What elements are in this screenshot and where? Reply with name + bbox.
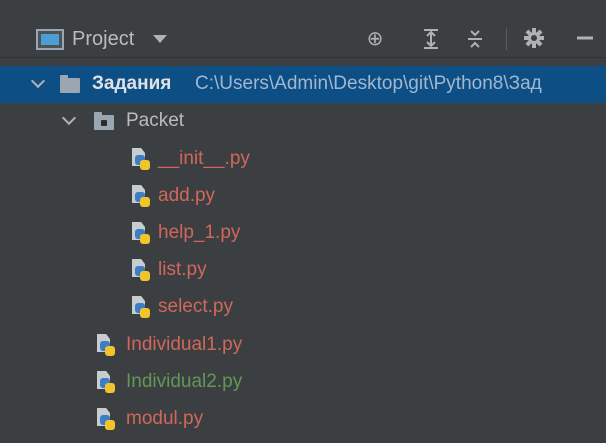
tree-row-file[interactable]: Individual1.py [0,326,606,363]
package-folder-icon [94,112,114,130]
root-folder-name: Задания [92,73,172,94]
python-file-icon [129,148,151,170]
file-name: add.py [158,185,216,206]
toolbar-separator [506,28,507,50]
project-view-title[interactable]: Project [72,27,134,51]
tree-row-file[interactable]: select.py [0,288,606,325]
file-name: help_1.py [158,222,241,243]
python-file-icon [94,334,116,356]
project-toolbar: Project ⊕ [0,0,606,58]
project-view-icon [36,29,64,50]
collapse-all-icon[interactable] [462,24,488,52]
python-file-icon [129,296,151,318]
minimize-icon[interactable] [572,24,598,52]
packet-folder-name: Packet [126,110,185,131]
python-file-icon [129,185,151,207]
python-file-icon [129,222,151,244]
locate-icon[interactable]: ⊕ [362,24,388,52]
tree-row-packet[interactable]: Packet [0,103,606,140]
file-name: list.py [158,259,207,280]
chevron-down-icon[interactable] [153,35,167,43]
folder-icon [60,75,80,93]
gear-icon[interactable] [521,24,547,52]
file-name: Individual1.py [126,334,243,355]
tree-row-file[interactable]: modul.py [0,400,606,437]
tree-row-file[interactable]: __init__.py [0,140,606,177]
root-folder-path: C:\Users\Admin\Desktop\git\Python8\Зад [195,73,542,94]
python-file-icon [94,371,116,393]
tree-row-file[interactable]: Individual2.py [0,363,606,400]
tree-row-file[interactable]: help_1.py [0,214,606,251]
chevron-down-icon[interactable] [61,110,77,126]
file-name: __init__.py [158,148,250,169]
project-tree: Задания C:\Users\Admin\Desktop\git\Pytho… [0,58,606,443]
file-name: select.py [158,296,233,317]
tree-row-root[interactable]: Задания C:\Users\Admin\Desktop\git\Pytho… [0,66,606,103]
python-file-icon [129,259,151,281]
tree-row-file[interactable]: add.py [0,177,606,214]
project-tool-window: Project ⊕ Задания C:\Users\Admin\Desktop… [0,0,606,443]
tree-row-file[interactable]: list.py [0,251,606,288]
file-name: Individual2.py [126,371,243,392]
chevron-down-icon[interactable] [30,73,46,89]
file-name: modul.py [126,408,204,429]
expand-all-icon[interactable] [418,24,444,52]
python-file-icon [94,408,116,430]
